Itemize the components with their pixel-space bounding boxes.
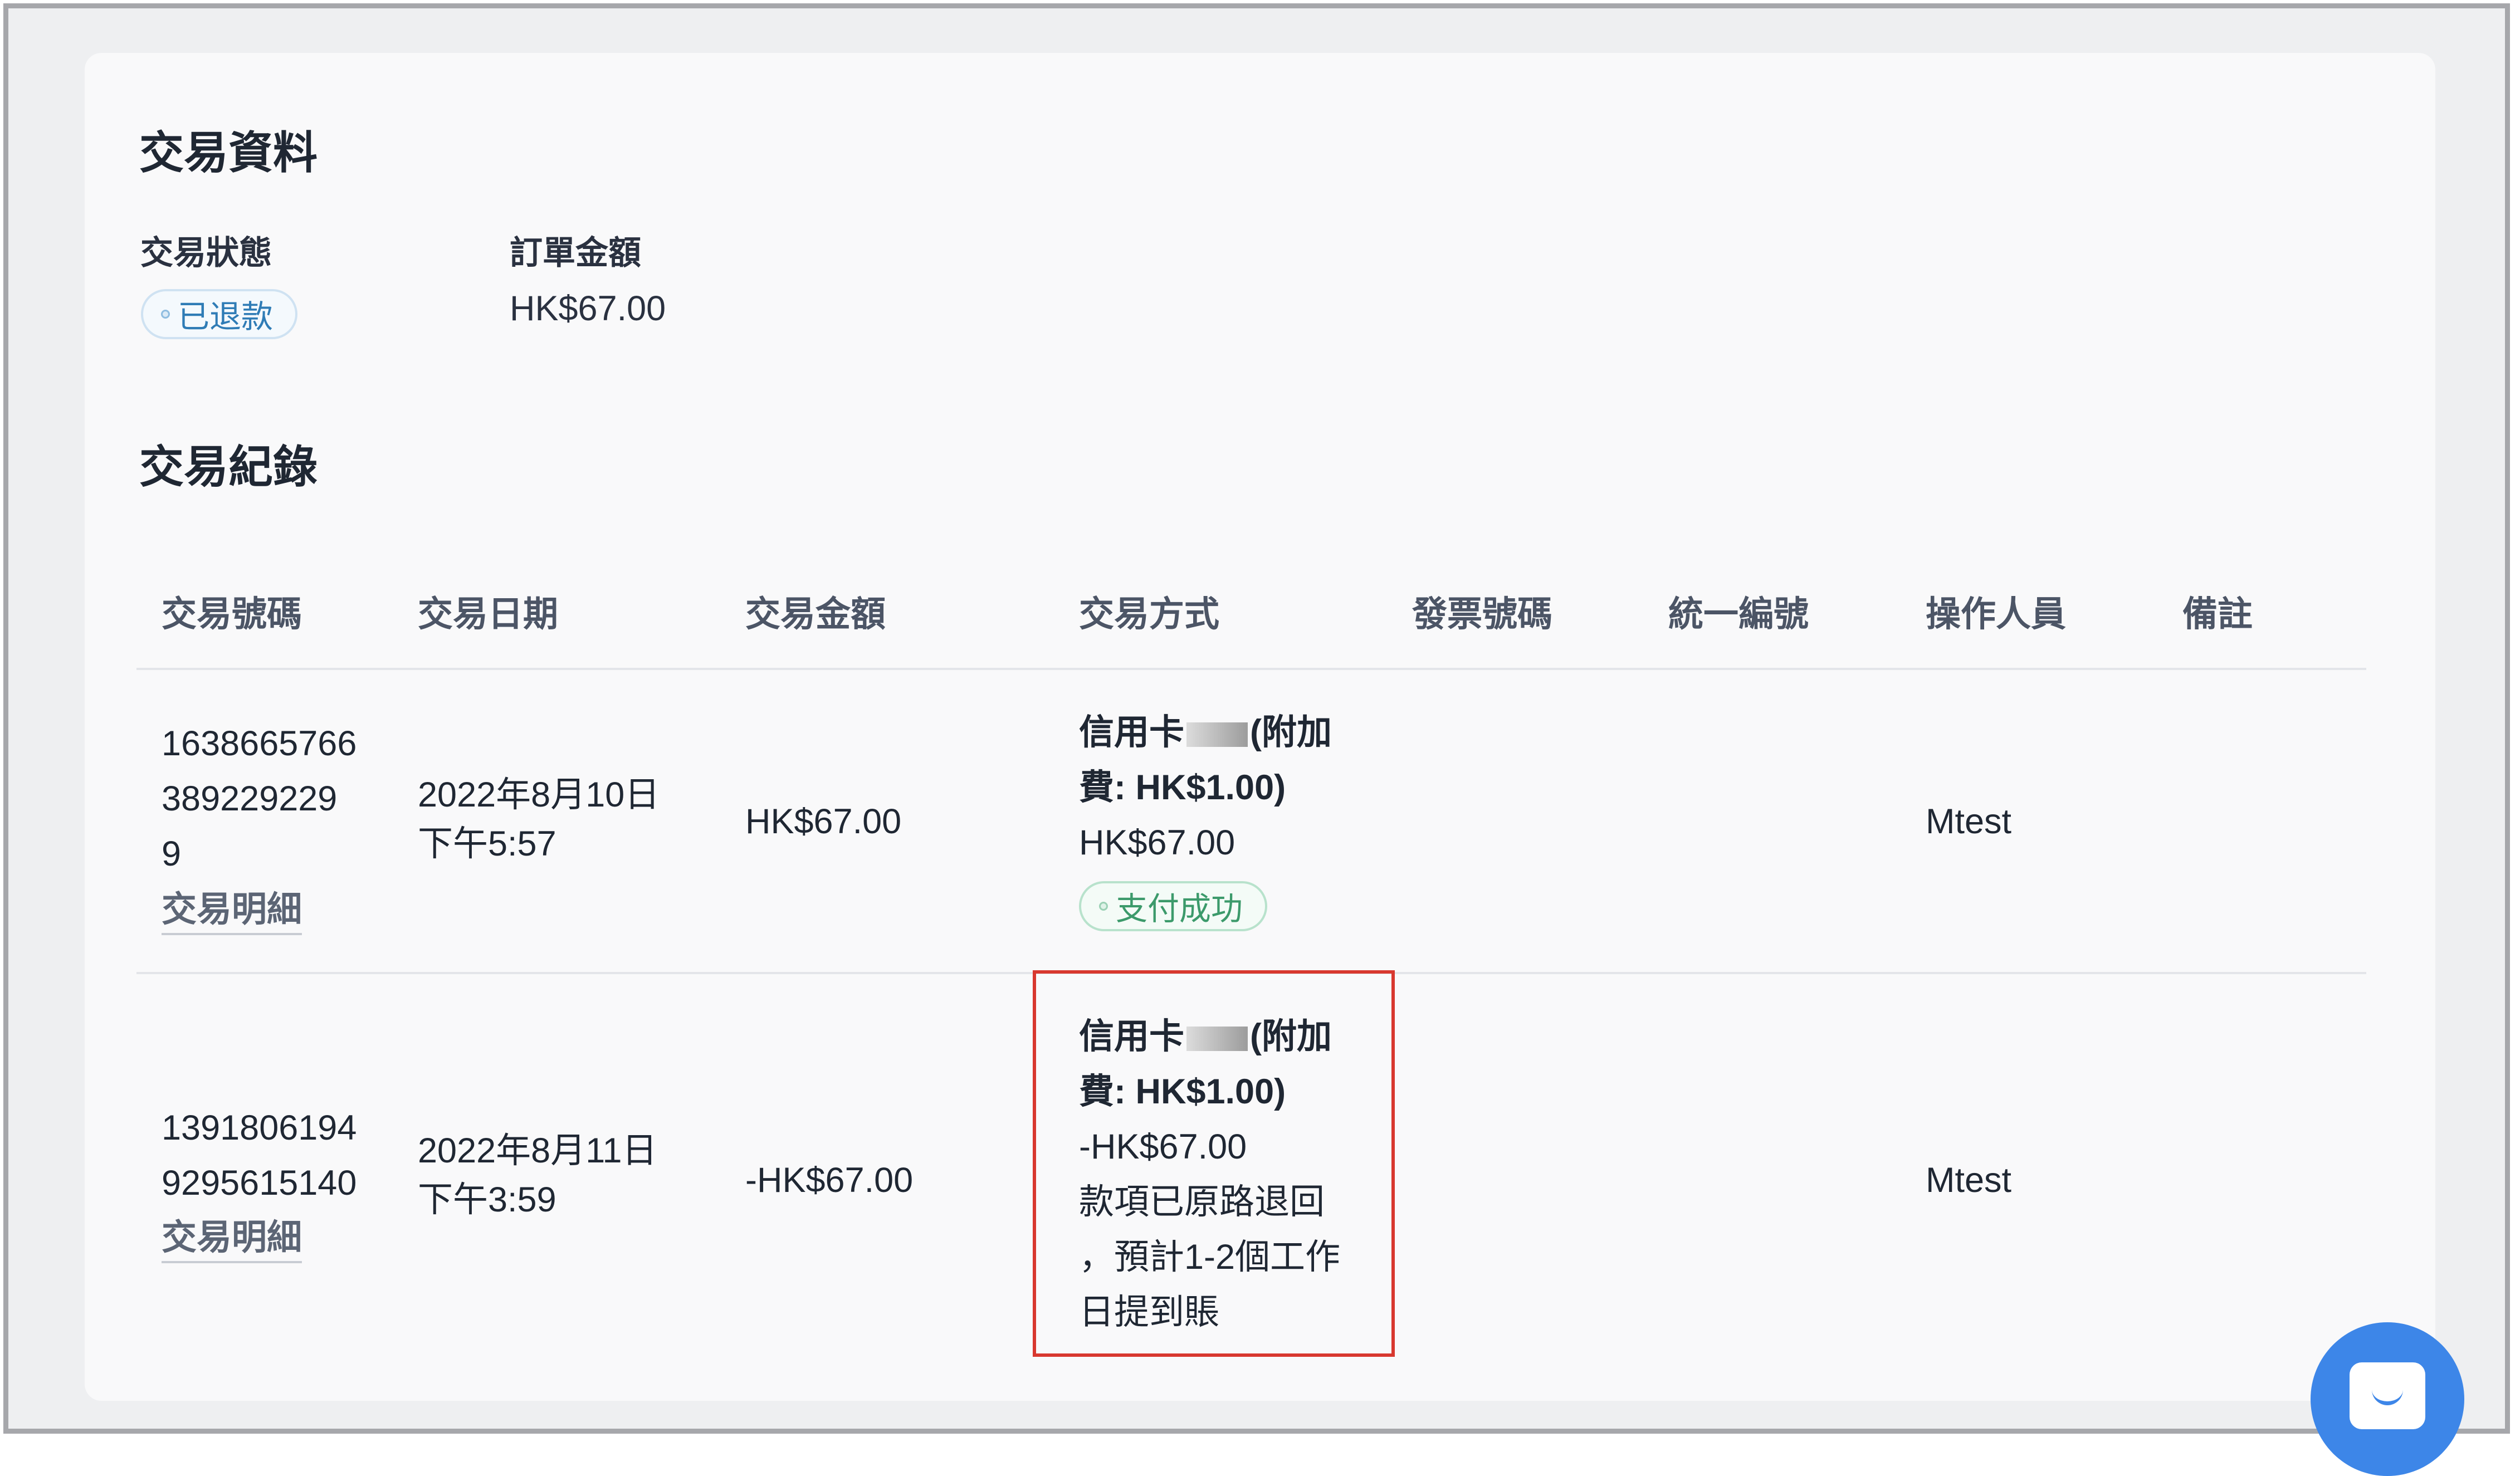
transaction-amount: -HK$67.00 bbox=[745, 1161, 914, 1200]
method-amount-text: HK$67.00 bbox=[1079, 823, 1235, 862]
transaction-amount: HK$67.00 bbox=[745, 802, 902, 841]
method-fee-text: (附加 bbox=[1250, 713, 1332, 752]
order-amount-value: HK$67.00 bbox=[510, 289, 666, 328]
time-text: 下午5:57 bbox=[418, 824, 556, 863]
transaction-id: 1638665766 389229229 9 bbox=[162, 716, 356, 882]
transaction-detail-link[interactable]: 交易明細 bbox=[162, 1209, 302, 1263]
transaction-id-line: 389229229 bbox=[162, 779, 338, 818]
transaction-id: 1391806194 9295615140 bbox=[162, 1101, 356, 1211]
date-text: 2022年8月11日 bbox=[418, 1131, 657, 1170]
column-header-transaction-id: 交易號碼 bbox=[162, 595, 302, 634]
column-header-tax-id: 統一編號 bbox=[1668, 595, 1809, 634]
chat-smile-shape bbox=[2372, 1388, 2403, 1405]
header-divider bbox=[136, 668, 2366, 670]
column-header-operator: 操作人員 bbox=[1926, 595, 2066, 634]
payment-method: 信用卡 (附加 費: HK$1.00) HK$67.00 bbox=[1079, 705, 1332, 871]
masked-card-number bbox=[1186, 722, 1248, 747]
transaction-id-line: 9295615140 bbox=[162, 1164, 357, 1203]
status-badge-text: 支付成功 bbox=[1116, 891, 1243, 927]
column-header-method: 交易方式 bbox=[1079, 595, 1219, 634]
transaction-records-title: 交易紀錄 bbox=[139, 442, 318, 492]
column-header-amount: 交易金額 bbox=[745, 595, 886, 634]
column-header-invoice-number: 發票號碼 bbox=[1412, 595, 1552, 634]
operator-name: Mtest bbox=[1926, 802, 2012, 841]
time-text: 下午3:59 bbox=[418, 1180, 556, 1219]
transaction-date: 2022年8月10日 下午5:57 bbox=[418, 770, 660, 868]
payment-success-badge: 支付成功 bbox=[1079, 881, 1267, 931]
transaction-id-line: 1391806194 bbox=[162, 1108, 357, 1147]
transaction-id-line: 9 bbox=[162, 834, 182, 873]
chat-button[interactable] bbox=[2311, 1322, 2464, 1476]
transaction-date: 2022年8月11日 下午3:59 bbox=[418, 1126, 657, 1224]
column-header-remarks: 備註 bbox=[2182, 595, 2253, 634]
transaction-detail-link[interactable]: 交易明細 bbox=[162, 881, 302, 935]
transaction-info-title: 交易資料 bbox=[139, 128, 318, 178]
date-text: 2022年8月10日 bbox=[418, 775, 660, 814]
status-label: 交易狀態 bbox=[140, 234, 272, 271]
operator-name: Mtest bbox=[1926, 1161, 2012, 1200]
method-type-text: 信用卡 bbox=[1079, 713, 1184, 752]
surcharge-text: 費: HK$1.00) bbox=[1079, 768, 1286, 807]
status-dot-icon bbox=[161, 310, 170, 319]
order-amount-label: 訂單金額 bbox=[510, 234, 642, 271]
column-header-date: 交易日期 bbox=[418, 595, 558, 634]
status-badge-text: 已退款 bbox=[178, 299, 273, 335]
refunded-status-badge: 已退款 bbox=[141, 289, 297, 339]
highlight-annotation-box bbox=[1033, 970, 1395, 1357]
status-dot-icon bbox=[1099, 902, 1108, 911]
chat-bubble-icon bbox=[2350, 1362, 2425, 1429]
payment-method-line: 信用卡 (附加 bbox=[1079, 705, 1332, 760]
transaction-id-line: 1638665766 bbox=[162, 724, 357, 763]
